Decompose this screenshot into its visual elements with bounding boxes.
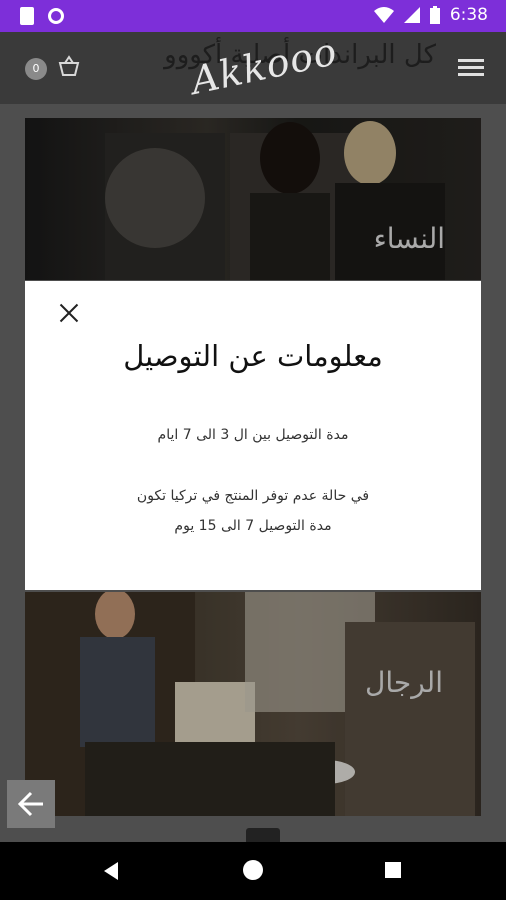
dialog-title: معلومات عن التوصيل [123, 339, 383, 373]
nav-home-icon[interactable] [243, 860, 263, 880]
close-icon[interactable] [55, 299, 83, 327]
nav-recents-icon[interactable] [385, 862, 401, 878]
extended-duration-text: مدة التوصيل 7 الى 15 يوم [174, 518, 332, 534]
sim-card-icon [20, 7, 34, 25]
delivery-info-dialog: معلومات عن التوصيل مدة التوصيل بين ال 3 … [25, 281, 481, 590]
battery-icon [429, 6, 440, 24]
status-time: 6:38 [449, 5, 488, 25]
status-left [20, 7, 64, 25]
cart-count-badge[interactable]: 0 [25, 58, 47, 80]
delivery-duration-text: مدة التوصيل بين ال 3 الى 7 ايام [157, 427, 349, 443]
signal-icon [403, 7, 420, 23]
back-button[interactable] [7, 780, 55, 828]
unavailable-product-text: في حالة عدم توفر المنتج في تركيا تكون [136, 488, 370, 504]
scroll-handle[interactable] [246, 828, 280, 842]
shopping-basket-icon[interactable] [58, 55, 80, 77]
wifi-icon [373, 7, 394, 23]
notification-icon [48, 8, 64, 24]
arrow-left-icon [17, 791, 43, 817]
status-bar: 6:38 [0, 0, 506, 32]
hamburger-menu-icon[interactable] [458, 59, 484, 77]
status-right: 6:38 [373, 5, 488, 25]
nav-back-icon[interactable] [104, 862, 118, 880]
